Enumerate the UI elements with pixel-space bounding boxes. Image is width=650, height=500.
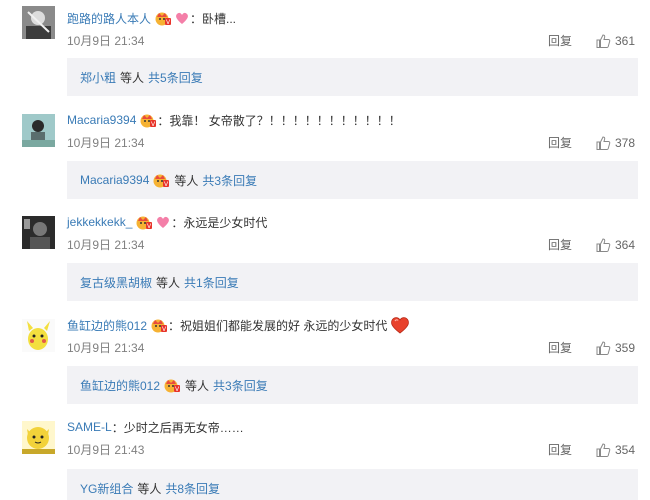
avatar[interactable]: [22, 114, 55, 147]
sub-reply-username[interactable]: YG新组合: [80, 480, 133, 497]
sub-reply-summary[interactable]: 鱼缸边的熊012 V 等人 共3条回复: [67, 366, 638, 404]
thumbs-up-icon: [595, 135, 615, 151]
comment-text: ：我靠！ 女帝散了？！！！！！！！！！！！: [157, 113, 401, 128]
username-link[interactable]: SAME-L: [67, 420, 112, 434]
sub-reply-label: 等人: [174, 173, 199, 188]
sub-reply-summary[interactable]: 复古级黑胡椒 等人 共1条回复: [67, 263, 638, 301]
avatar[interactable]: [22, 6, 55, 39]
username-link[interactable]: jekkekkekk_: [67, 215, 132, 229]
comment-time: 10月9日 21:34: [67, 136, 145, 150]
vip-crown-badge-icon: V: [135, 214, 153, 230]
comment-header: jekkekkekk_ V ：永远是少女时代: [67, 212, 267, 232]
sub-reply-username[interactable]: Macaria9394: [80, 173, 149, 187]
comment-header: 鱼缸边的熊012 V ：祝姐姐们都能发展的好 永远的少女时代: [67, 315, 411, 335]
sub-reply-label: 等人: [185, 378, 210, 393]
comment-header: 跑路的路人本人 V ：卧槽...: [67, 8, 236, 28]
comment-text: ：卧槽...: [190, 11, 237, 26]
avatar[interactable]: [22, 216, 55, 249]
pink-heart-icon: [174, 10, 190, 26]
comment-text: ：少时之后再无女帝……: [111, 420, 244, 435]
sub-reply-summary[interactable]: Macaria9394 V 等人 共3条回复: [67, 161, 638, 199]
comment-header: SAME-L ：少时之后再无女帝……: [67, 417, 244, 437]
comment-text: ：祝姐姐们都能发展的好 永远的少女时代: [168, 318, 388, 333]
vip-crown-badge-icon: V: [150, 317, 168, 333]
thumbs-up-icon: [595, 33, 615, 49]
sub-reply-count-link[interactable]: 共3条回复: [202, 172, 257, 189]
reply-button[interactable]: 回复: [548, 441, 572, 459]
reply-button[interactable]: 回复: [548, 236, 572, 254]
like-button[interactable]: 364: [595, 235, 635, 255]
avatar[interactable]: [22, 319, 55, 352]
comment-text: ：永远是少女时代: [171, 215, 268, 230]
comment-time: 10月9日 21:34: [67, 238, 145, 252]
vip-crown-badge-icon: V: [152, 172, 170, 188]
like-count: 354: [615, 443, 636, 457]
comment-time: 10月9日 21:34: [67, 34, 145, 48]
sub-reply-count-link[interactable]: 共8条回复: [165, 480, 220, 497]
sub-reply-username[interactable]: 鱼缸边的熊012: [80, 377, 160, 394]
username-link[interactable]: Macaria9394: [67, 113, 136, 127]
like-button[interactable]: 378: [595, 133, 635, 153]
vip-crown-badge-icon: V: [154, 10, 172, 26]
pink-heart-icon: [155, 214, 171, 230]
comment-time: 10月9日 21:34: [67, 341, 145, 355]
like-count: 378: [615, 136, 636, 150]
like-button[interactable]: 361: [595, 31, 635, 51]
sub-reply-label: 等人: [120, 70, 145, 85]
like-count: 359: [615, 341, 636, 355]
thumbs-up-icon: [595, 237, 615, 253]
like-count: 364: [615, 238, 636, 252]
vip-crown-badge-icon: V: [163, 377, 181, 393]
vip-crown-badge-icon: V: [139, 112, 157, 128]
sub-reply-label: 等人: [137, 481, 162, 496]
comment-time: 10月9日 21:43: [67, 443, 145, 457]
sub-reply-summary[interactable]: YG新组合 等人 共8条回复: [67, 469, 638, 500]
reply-button[interactable]: 回复: [548, 32, 572, 50]
reply-button[interactable]: 回复: [548, 339, 572, 357]
sub-reply-summary[interactable]: 郑小粗 等人 共5条回复: [67, 58, 638, 96]
sub-reply-username[interactable]: 复古级黑胡椒: [80, 274, 152, 291]
sub-reply-username[interactable]: 郑小粗: [80, 69, 116, 86]
sub-reply-count-link[interactable]: 共3条回复: [213, 377, 268, 394]
like-count: 361: [615, 34, 636, 48]
thumbs-up-icon: [595, 442, 615, 458]
reply-button[interactable]: 回复: [548, 134, 572, 152]
like-button[interactable]: 354: [595, 440, 635, 460]
avatar[interactable]: [22, 421, 55, 454]
red-heart-icon: [389, 315, 411, 335]
sub-reply-count-link[interactable]: 共1条回复: [184, 274, 239, 291]
comment-header: Macaria9394 V ：我靠！ 女帝散了？！！！！！！！！！！！: [67, 110, 401, 130]
sub-reply-label: 等人: [156, 275, 181, 290]
sub-reply-count-link[interactable]: 共5条回复: [148, 69, 203, 86]
username-link[interactable]: 跑路的路人本人: [67, 10, 151, 27]
username-link[interactable]: 鱼缸边的熊012: [67, 317, 147, 334]
like-button[interactable]: 359: [595, 338, 635, 358]
thumbs-up-icon: [595, 340, 615, 356]
